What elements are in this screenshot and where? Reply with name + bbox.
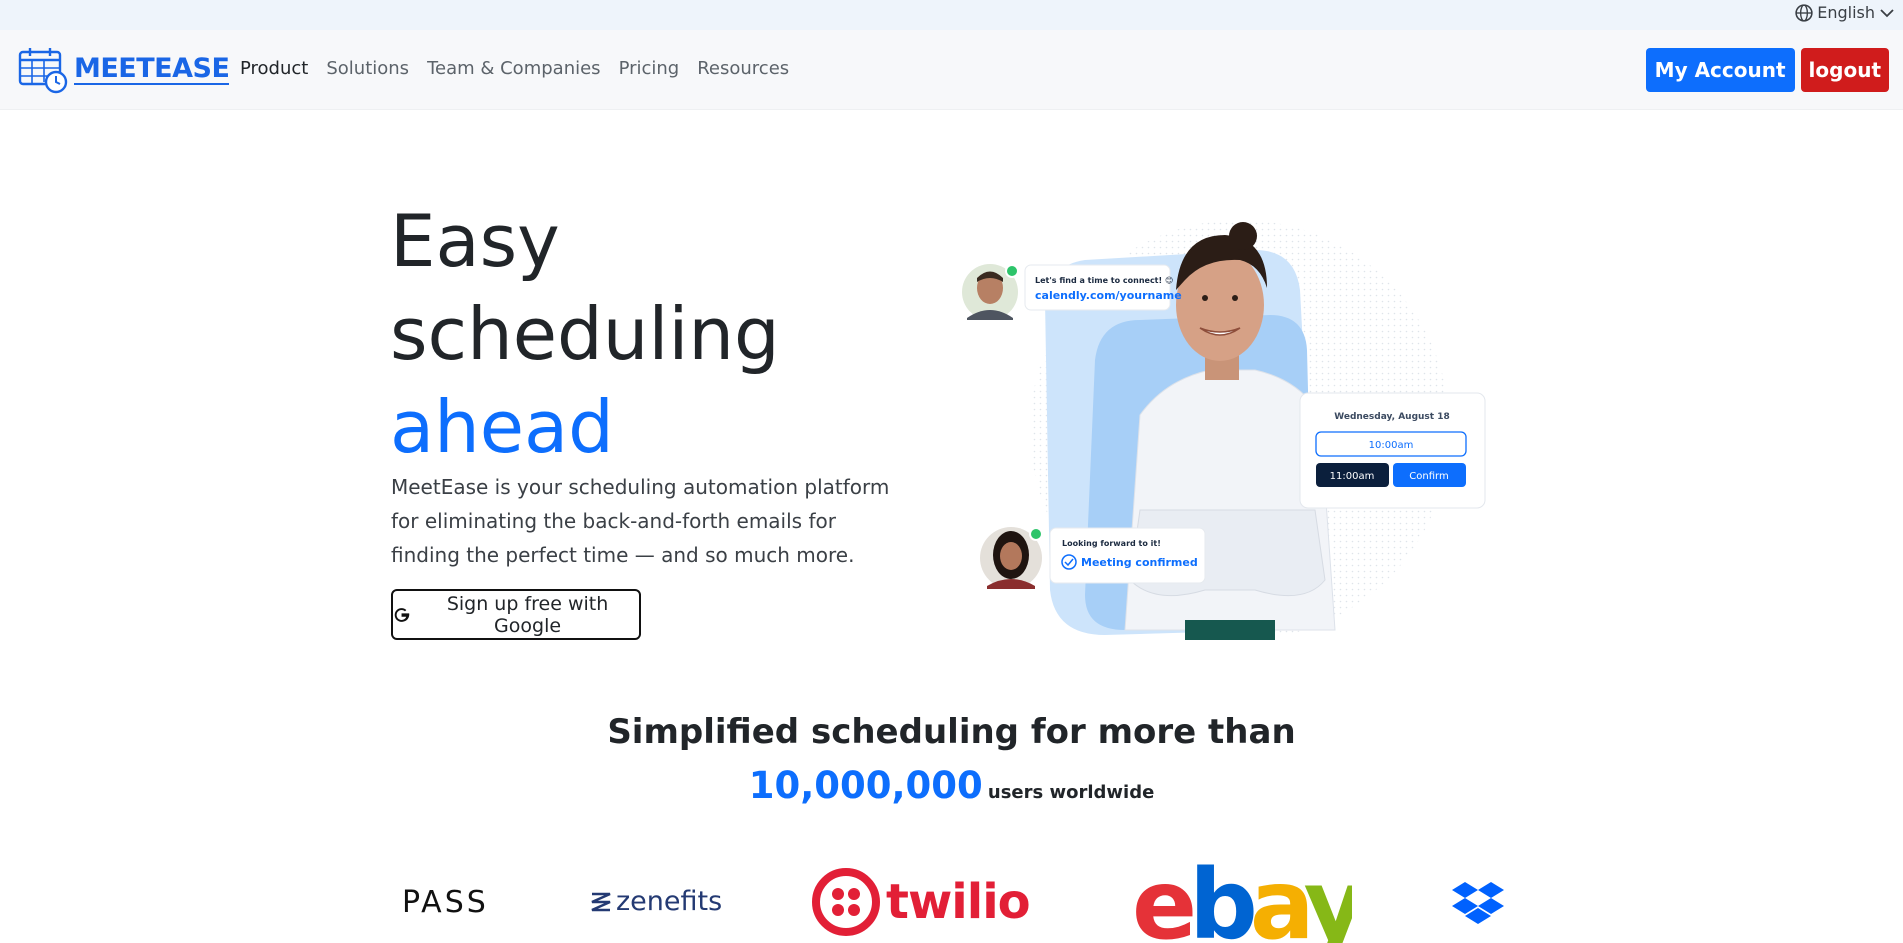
stats-number: 10,000,000	[748, 764, 983, 807]
top-bar: English	[0, 0, 1903, 30]
hero-description: MeetEase is your scheduling automation p…	[391, 475, 890, 567]
bubble1-link: calendly.com/yourname	[1035, 289, 1182, 302]
globe-icon	[1795, 3, 1813, 22]
zenefits-mark-icon	[591, 892, 611, 911]
zenefits-logo: zenefits	[590, 886, 722, 917]
dropbox-icon	[1452, 882, 1504, 924]
stats-line: 10,000,000 users worldwide	[0, 764, 1903, 807]
chevron-down-icon	[1880, 8, 1894, 17]
calendar-clock-icon	[18, 48, 68, 94]
nav-product[interactable]: Product	[240, 58, 308, 79]
nav-solutions[interactable]: Solutions	[326, 58, 409, 79]
brand-name: MEETEASE	[74, 53, 230, 85]
bubble2-small: Looking forward to it!	[1062, 539, 1161, 548]
twilio-mark-icon	[812, 868, 880, 936]
dropbox-logo	[1452, 880, 1504, 930]
slot-other-label: 11:00am	[1330, 471, 1375, 482]
confirm-label: Confirm	[1409, 471, 1448, 482]
google-icon	[394, 607, 410, 622]
svg-text:ebay: ebay	[1132, 849, 1352, 943]
hero-title-accent: ahead	[390, 385, 614, 469]
hero-illustration: Let's find a time to connect! 😊 calendly…	[955, 210, 1495, 650]
main-nav: Product Solutions Team & Companies Prici…	[240, 58, 789, 79]
booking-date: Wednesday, August 18	[1334, 412, 1450, 422]
scheduling-illustration: Let's find a time to connect! 😊 calendly…	[962, 220, 1486, 640]
stats-suffix: users worldwide	[987, 782, 1155, 803]
stats-title: Simplified scheduling for more than	[607, 712, 1296, 752]
navbar: MEETEASE Product Solutions Team & Compan…	[0, 30, 1903, 110]
pass-logo-text: PASS	[402, 885, 489, 920]
my-account-button[interactable]: My Account	[1645, 48, 1795, 92]
pass-logo: PASS	[402, 885, 489, 920]
hero-title-line1: Easy	[390, 199, 560, 283]
hero-title: Easy scheduling ahead	[390, 195, 780, 474]
nav-team-companies[interactable]: Team & Companies	[427, 58, 601, 79]
nav-resources[interactable]: Resources	[697, 58, 789, 79]
bubble2-status: Meeting confirmed	[1081, 556, 1198, 569]
ebay-wordmark: ebay	[1132, 849, 1352, 943]
language-label: English	[1817, 3, 1875, 22]
nav-pricing[interactable]: Pricing	[619, 58, 680, 79]
chat-bubble-1	[1024, 264, 1171, 311]
twilio-logo: twilio	[812, 868, 1031, 936]
avatar-man	[962, 264, 1019, 320]
brand-logo[interactable]: MEETEASE	[18, 46, 230, 94]
twilio-logo-text: twilio	[886, 874, 1031, 930]
language-selector[interactable]: English	[1795, 3, 1895, 22]
zenefits-logo-text: zenefits	[616, 886, 723, 917]
ebay-logo: ebay	[1132, 848, 1352, 943]
avatar-woman	[980, 527, 1043, 589]
google-signup-button[interactable]: Sign up free with Google	[391, 589, 641, 640]
nav-actions: My Account logout	[1645, 48, 1889, 92]
google-signup-label: Sign up free with Google	[446, 592, 609, 637]
hero-title-line2: scheduling	[390, 292, 780, 376]
logout-button[interactable]: logout	[1800, 48, 1889, 92]
bubble1-small: Let's find a time to connect! 😊	[1035, 276, 1173, 285]
slot-selected-label: 10:00am	[1369, 440, 1414, 451]
